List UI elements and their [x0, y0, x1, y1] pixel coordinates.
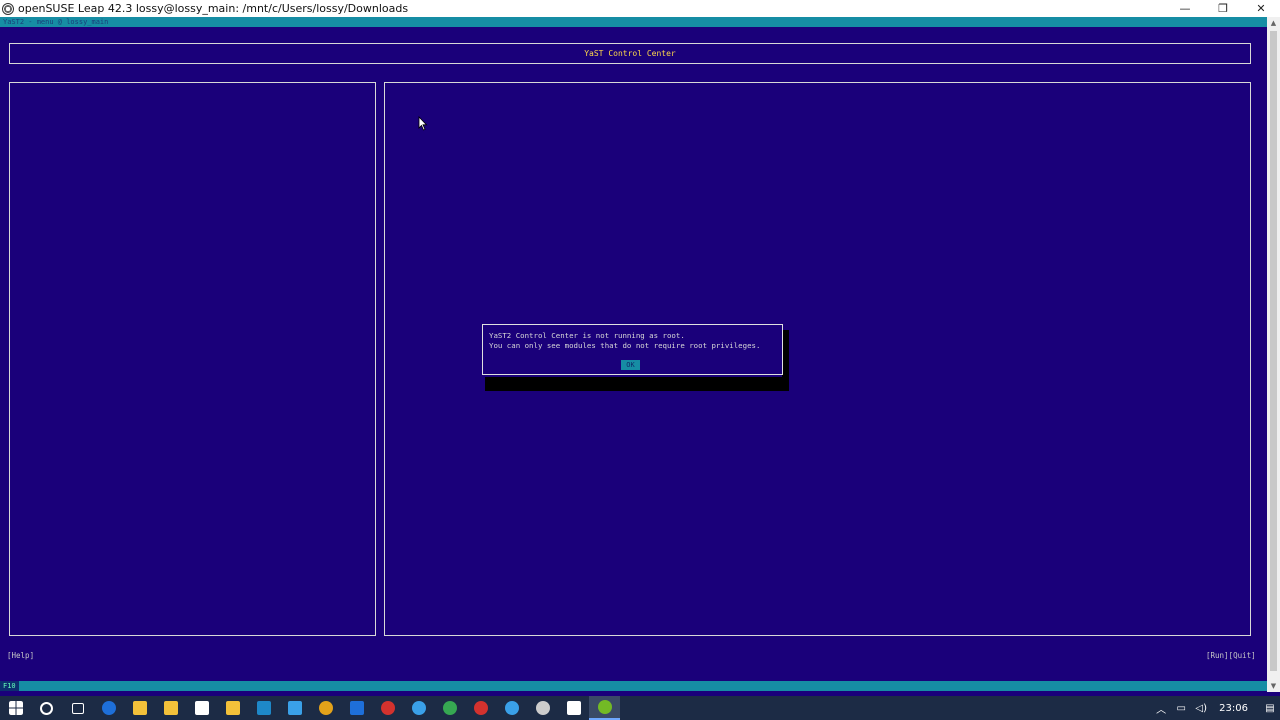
chrome-icon[interactable] — [310, 696, 341, 720]
start-icon-glyph — [8, 701, 23, 715]
edge-old-icon-glyph — [101, 701, 116, 715]
task-view-icon-glyph — [71, 702, 84, 714]
network-icon[interactable]: ▭ — [1171, 703, 1191, 714]
tray-chevron-icon[interactable]: ︿ — [1151, 701, 1171, 716]
volume-icon[interactable]: ◁) — [1191, 703, 1211, 714]
notes-icon-glyph — [225, 701, 240, 715]
outlook-icon-glyph — [349, 701, 364, 715]
window-icon[interactable] — [558, 696, 589, 720]
chrome-icon-glyph — [318, 701, 333, 715]
recorder-icon[interactable] — [465, 696, 496, 720]
terminal-scrollbar[interactable]: ▲ ▼ — [1267, 17, 1280, 692]
arc-icon-glyph — [504, 701, 519, 715]
store-icon-glyph — [163, 701, 178, 715]
dialog-message-line2: You can only see modules that do not req… — [489, 341, 761, 350]
task-view-icon[interactable] — [62, 696, 93, 720]
notification-icon[interactable]: ▤ — [1260, 703, 1280, 714]
system-tray: ︿ ▭ ◁) 23:06 ▤ — [1151, 696, 1280, 720]
upwork-icon-glyph — [442, 701, 457, 715]
edge-icon[interactable] — [403, 696, 434, 720]
store-icon[interactable] — [155, 696, 186, 720]
groups-pane[interactable] — [9, 82, 376, 636]
search-icon[interactable] — [31, 696, 62, 720]
file-explorer-icon-glyph — [132, 701, 147, 715]
not-root-dialog: YaST2 Control Center is not running as r… — [482, 324, 783, 375]
notes-icon[interactable] — [217, 696, 248, 720]
outlook-icon[interactable] — [341, 696, 372, 720]
documents-icon-glyph — [194, 701, 209, 715]
file-explorer-icon[interactable] — [124, 696, 155, 720]
terminal-area[interactable]: YaST2 - menu @ lossy_main YaST Control C… — [0, 17, 1267, 692]
opensuse-icon-glyph — [597, 700, 612, 714]
window-titlebar: openSUSE Leap 42.3 lossy@lossy_main: /mn… — [0, 0, 1280, 17]
f10-key-label: F10 — [0, 681, 19, 691]
obs-icon-glyph — [535, 701, 550, 715]
recorder-icon-glyph — [473, 701, 488, 715]
scrollbar-thumb[interactable] — [1270, 31, 1277, 671]
calculator-icon[interactable] — [248, 696, 279, 720]
dialog-message-line1: YaST2 Control Center is not running as r… — [489, 331, 685, 340]
run-quit-buttons[interactable]: [Run][Quit] — [1206, 651, 1256, 660]
edge-icon-glyph — [411, 701, 426, 715]
bottom-status-strip: F10 — [0, 681, 1267, 691]
obs-icon[interactable] — [527, 696, 558, 720]
top-status-strip: YaST2 - menu @ lossy_main — [0, 17, 1267, 27]
close-button[interactable]: ✕ — [1242, 0, 1280, 17]
help-button[interactable]: [Help] — [7, 651, 34, 660]
dialog-shadow-side — [782, 330, 789, 391]
scroll-up-icon[interactable]: ▲ — [1267, 17, 1280, 29]
minimize-button[interactable]: — — [1166, 0, 1204, 17]
opera-icon-glyph — [380, 701, 395, 715]
control-center-header: YaST Control Center — [9, 43, 1251, 64]
start-icon[interactable] — [0, 696, 31, 720]
opera-icon[interactable] — [372, 696, 403, 720]
edge-old-icon[interactable] — [93, 696, 124, 720]
search-icon-glyph — [40, 701, 53, 715]
arc-icon[interactable] — [496, 696, 527, 720]
dialog-shadow — [485, 377, 789, 391]
documents-icon[interactable] — [186, 696, 217, 720]
upwork-icon[interactable] — [434, 696, 465, 720]
ok-button[interactable]: OK — [621, 360, 640, 370]
restore-button[interactable]: ❐ — [1204, 0, 1242, 17]
window-title: openSUSE Leap 42.3 lossy@lossy_main: /mn… — [18, 2, 409, 15]
windows-taskbar: ︿ ▭ ◁) 23:06 ▤ — [0, 696, 1280, 720]
vscode-icon[interactable] — [279, 696, 310, 720]
page-title: YaST Control Center — [584, 49, 676, 58]
vscode-icon-glyph — [287, 701, 302, 715]
opensuse-icon[interactable] — [589, 696, 620, 720]
opensuse-app-icon — [2, 2, 14, 15]
window-icon-glyph — [566, 701, 581, 715]
scroll-down-icon[interactable]: ▼ — [1267, 680, 1280, 692]
mouse-cursor-icon — [418, 116, 428, 131]
calculator-icon-glyph — [256, 701, 271, 715]
taskbar-clock[interactable]: 23:06 — [1219, 703, 1248, 714]
